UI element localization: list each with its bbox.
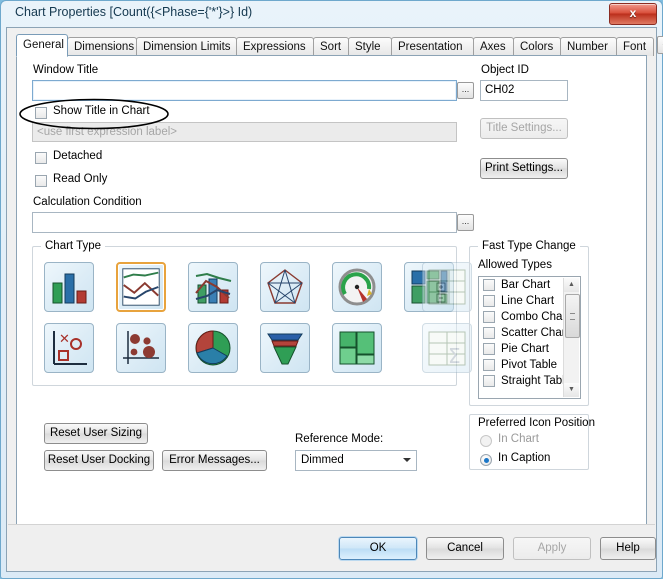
- allowed-type-label: Pie Chart: [501, 343, 549, 355]
- chart-type-block-chart[interactable]: [332, 323, 382, 373]
- chart-type-funnel-chart[interactable]: [260, 323, 310, 373]
- allowed-type-label: Scatter Chart: [501, 327, 569, 339]
- allowed-type-label: Straight Table: [501, 375, 572, 387]
- reference-mode-select[interactable]: Dimmed: [295, 450, 417, 471]
- read-only-label: Read Only: [53, 173, 108, 185]
- help-button[interactable]: Help: [600, 537, 656, 560]
- tab-font[interactable]: Font: [616, 37, 654, 56]
- calculation-condition-input[interactable]: [32, 212, 457, 233]
- dialog-title: Chart Properties [Count({<Phase={'*'}>} …: [15, 5, 253, 19]
- tab-dimension-limits[interactable]: Dimension Limits: [136, 37, 237, 56]
- chart-type-gauge-chart[interactable]: [332, 262, 382, 312]
- allowed-type-checkbox[interactable]: [483, 295, 495, 307]
- reference-mode-value: Dimmed: [301, 454, 344, 466]
- error-messages-button[interactable]: Error Messages...: [162, 450, 267, 471]
- chart-title-input: <use first expression label>: [32, 122, 457, 142]
- object-id-input[interactable]: CH02: [480, 80, 568, 101]
- dialog-body: General Dimensions Dimension Limits Express…: [6, 27, 663, 572]
- chart-type-group-label: Chart Type: [41, 240, 106, 252]
- allowed-type-checkbox[interactable]: [483, 327, 495, 339]
- chart-type-group: [32, 246, 457, 386]
- tab-axes[interactable]: Axes: [473, 37, 514, 56]
- allowed-type-label: Line Chart: [501, 295, 555, 307]
- tab-dimensions[interactable]: Dimensions: [67, 37, 137, 56]
- allowed-type-label: Pivot Table: [501, 359, 558, 371]
- detached-label: Detached: [53, 150, 103, 162]
- chart-type-bubble-chart[interactable]: [116, 323, 166, 373]
- radio-in-caption[interactable]: [480, 454, 492, 466]
- window-title-browse-button[interactable]: ...: [457, 82, 474, 99]
- icon-position-label: Preferred Icon Position: [478, 417, 595, 429]
- allowed-types-label: Allowed Types: [478, 259, 552, 271]
- window-title-input[interactable]: [32, 80, 457, 101]
- tab-colors[interactable]: Colors: [513, 37, 561, 56]
- cancel-button[interactable]: Cancel: [426, 537, 504, 560]
- title-bar: Chart Properties [Count({<Phase={'*'}>} …: [1, 1, 663, 27]
- allowed-type-checkbox[interactable]: [483, 359, 495, 371]
- allowed-types-scrollbar[interactable]: ▲ ▼: [563, 278, 580, 397]
- print-settings-button[interactable]: Print Settings...: [480, 158, 568, 179]
- chart-properties-dialog: Chart Properties [Count({<Phase={'*'}>} …: [0, 0, 663, 579]
- tab-strip: General Dimensions Dimension Limits Express…: [16, 33, 663, 57]
- allowed-type-checkbox[interactable]: [483, 343, 495, 355]
- detached-checkbox[interactable]: [35, 152, 47, 164]
- fast-type-change-group-label: Fast Type Change: [478, 240, 580, 252]
- scroll-down-icon[interactable]: ▼: [564, 383, 579, 397]
- tab-scroll-prev-icon[interactable]: ◄: [657, 36, 663, 54]
- read-only-checkbox[interactable]: [35, 175, 47, 187]
- allowed-type-label: Combo Chart: [501, 311, 570, 323]
- tab-sort[interactable]: Sort: [313, 37, 349, 56]
- allowed-type-checkbox[interactable]: [483, 375, 495, 387]
- allowed-types-list[interactable]: Bar Chart Line Chart Combo Chart Scatter Ch…: [478, 276, 581, 399]
- apply-button: Apply: [513, 537, 591, 560]
- tab-style[interactable]: Style: [348, 37, 392, 56]
- show-title-in-chart-checkbox[interactable]: [35, 107, 47, 119]
- reset-user-sizing-button[interactable]: Reset User Sizing: [44, 423, 148, 444]
- allowed-type-label: Bar Chart: [501, 279, 551, 291]
- title-settings-button: Title Settings...: [480, 118, 568, 139]
- svg-text:Σ: Σ: [448, 344, 461, 368]
- chart-type-line-chart[interactable]: [116, 262, 166, 312]
- allowed-type-checkbox[interactable]: [483, 279, 495, 291]
- reset-user-docking-button[interactable]: Reset User Docking: [44, 450, 154, 471]
- chart-type-bar-chart[interactable]: [44, 262, 94, 312]
- object-id-label: Object ID: [481, 64, 529, 76]
- chart-type-scatter-chart[interactable]: ✕: [44, 323, 94, 373]
- dialog-footer: OK Cancel Apply Help: [8, 524, 656, 570]
- svg-text:✕: ✕: [59, 332, 70, 347]
- chart-type-radar-chart[interactable]: [260, 262, 310, 312]
- show-title-in-chart-label: Show Title in Chart: [53, 105, 150, 117]
- chevron-down-icon: [403, 458, 411, 462]
- allowed-type-checkbox[interactable]: [483, 311, 495, 323]
- reference-mode-label: Reference Mode:: [295, 433, 384, 445]
- chart-type-straight-table: Σ: [422, 323, 472, 373]
- radio-in-chart-label: In Chart: [498, 433, 539, 445]
- tab-expressions[interactable]: Expressions: [236, 37, 314, 56]
- general-tab-page: Window Title ... Show Title in Chart <us…: [16, 55, 647, 525]
- window-title-label: Window Title: [33, 64, 99, 76]
- ok-button[interactable]: OK: [339, 537, 417, 560]
- tab-general[interactable]: General: [16, 34, 68, 57]
- tab-number[interactable]: Number: [560, 37, 617, 56]
- scroll-up-icon[interactable]: ▲: [564, 278, 579, 292]
- close-icon[interactable]: x: [609, 3, 657, 25]
- chart-type-pivot-table: [422, 262, 472, 312]
- radio-in-caption-label: In Caption: [498, 452, 551, 464]
- calculation-condition-label: Calculation Condition: [33, 196, 142, 208]
- radio-in-chart: [480, 435, 492, 447]
- tab-presentation[interactable]: Presentation: [391, 37, 474, 56]
- scrollbar-thumb[interactable]: [565, 294, 580, 338]
- chart-type-pie-chart[interactable]: [188, 323, 238, 373]
- calculation-condition-browse-button[interactable]: ...: [457, 214, 474, 231]
- chart-type-combo-chart[interactable]: [188, 262, 238, 312]
